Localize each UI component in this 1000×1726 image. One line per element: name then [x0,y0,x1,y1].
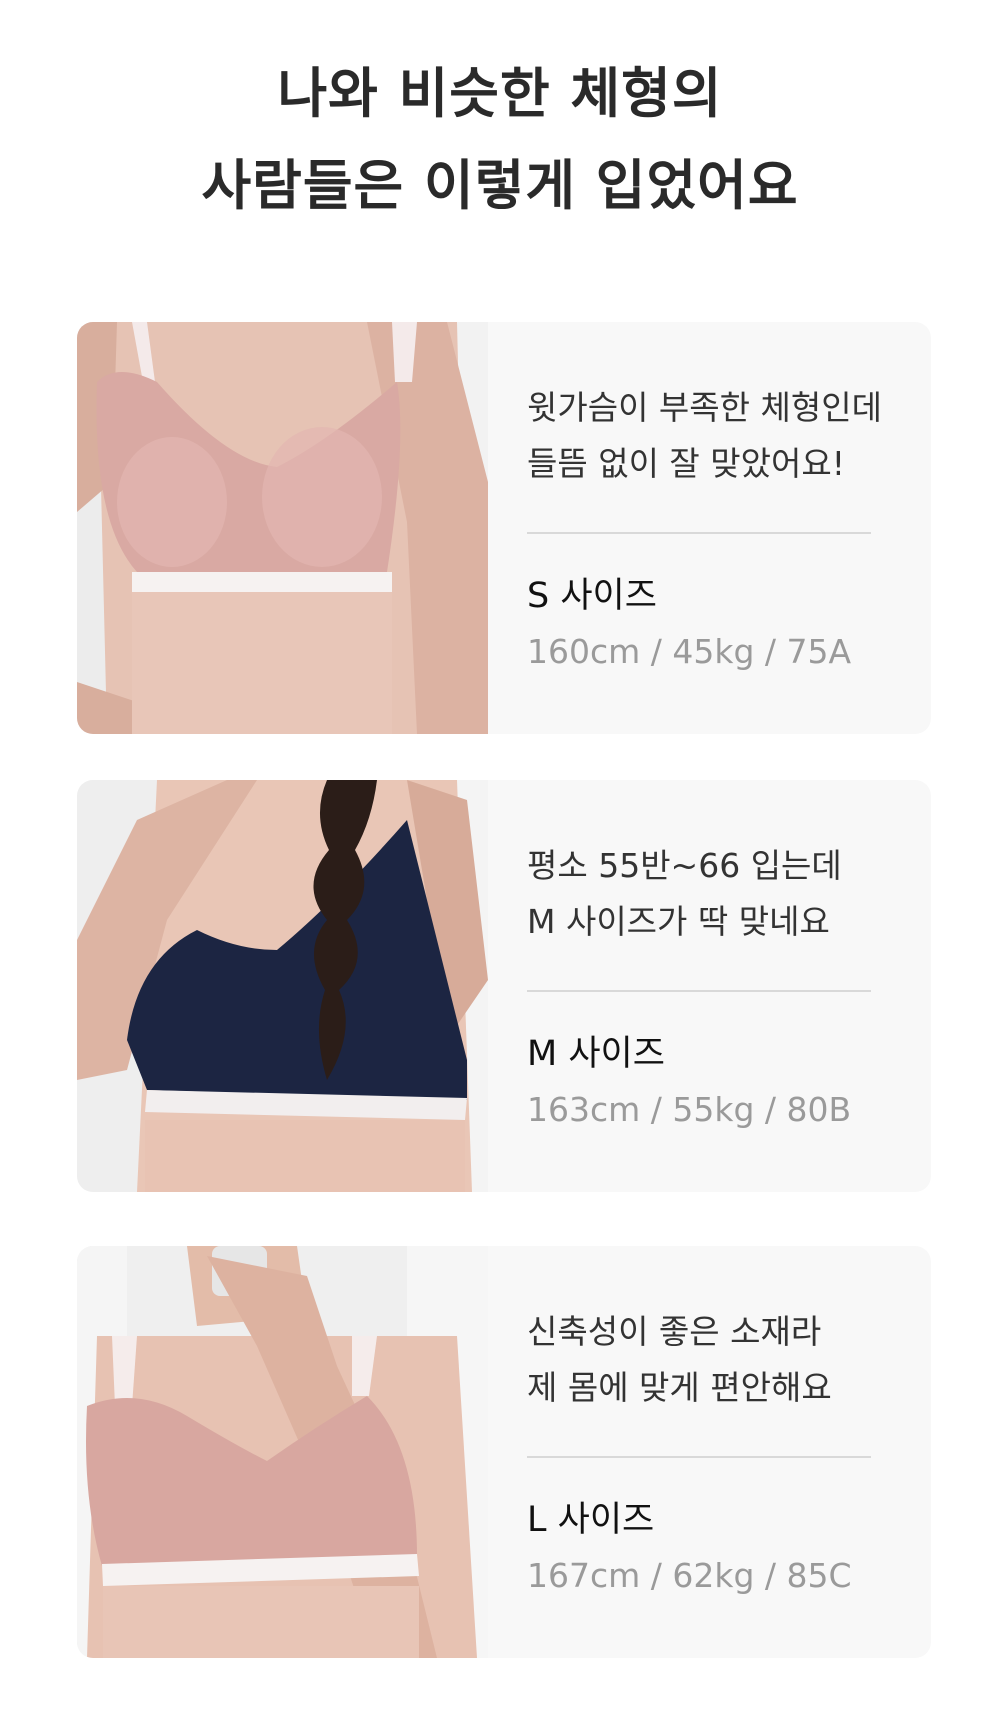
model-photo-m [77,780,488,1192]
review-text: 평소 55반~66 입는데 M 사이즈가 딱 맞네요 [527,838,842,950]
heading-line-2: 사람들은 이렇게 입었어요 [201,154,799,217]
size-label: M 사이즈 [527,1034,665,1074]
review-info-m: 평소 55반~66 입는데 M 사이즈가 딱 맞네요 M 사이즈 163cm /… [527,780,907,1192]
review-line-1: 윗가슴이 부족한 체형인데 [527,388,882,427]
review-card-l: 신축성이 좋은 소재라 제 몸에 맞게 편안해요 L 사이즈 167cm / 6… [77,1246,931,1658]
review-line-2: 제 몸에 맞게 편안해요 [527,1368,832,1407]
body-spec: 163cm / 55kg / 80B [527,1090,852,1129]
review-info-l: 신축성이 좋은 소재라 제 몸에 맞게 편안해요 L 사이즈 167cm / 6… [527,1246,907,1658]
review-text: 윗가슴이 부족한 체형인데 들뜸 없이 잘 맞았어요! [527,380,882,492]
section-heading: 나와 비슷한 체형의 사람들은 이렇게 입었어요 [0,48,1000,232]
size-label: S 사이즈 [527,576,657,616]
review-card-m: 평소 55반~66 입는데 M 사이즈가 딱 맞네요 M 사이즈 163cm /… [77,780,931,1192]
model-photo-s [77,322,488,734]
divider [527,532,871,534]
review-card-s: 윗가슴이 부족한 체형인데 들뜸 없이 잘 맞았어요! S 사이즈 160cm … [77,322,931,734]
review-line-2: 들뜸 없이 잘 맞았어요! [527,444,845,483]
review-line-1: 평소 55반~66 입는데 [527,846,842,885]
model-photo-l [77,1246,488,1658]
review-line-2: M 사이즈가 딱 맞네요 [527,902,830,941]
review-info-s: 윗가슴이 부족한 체형인데 들뜸 없이 잘 맞았어요! S 사이즈 160cm … [527,322,907,734]
review-text: 신축성이 좋은 소재라 제 몸에 맞게 편안해요 [527,1304,832,1416]
heading-line-1: 나와 비슷한 체형의 [277,62,723,125]
review-line-1: 신축성이 좋은 소재라 [527,1312,822,1351]
body-spec: 160cm / 45kg / 75A [527,632,852,671]
body-spec: 167cm / 62kg / 85C [527,1556,852,1595]
divider [527,1456,871,1458]
size-label: L 사이즈 [527,1500,655,1540]
divider [527,990,871,992]
